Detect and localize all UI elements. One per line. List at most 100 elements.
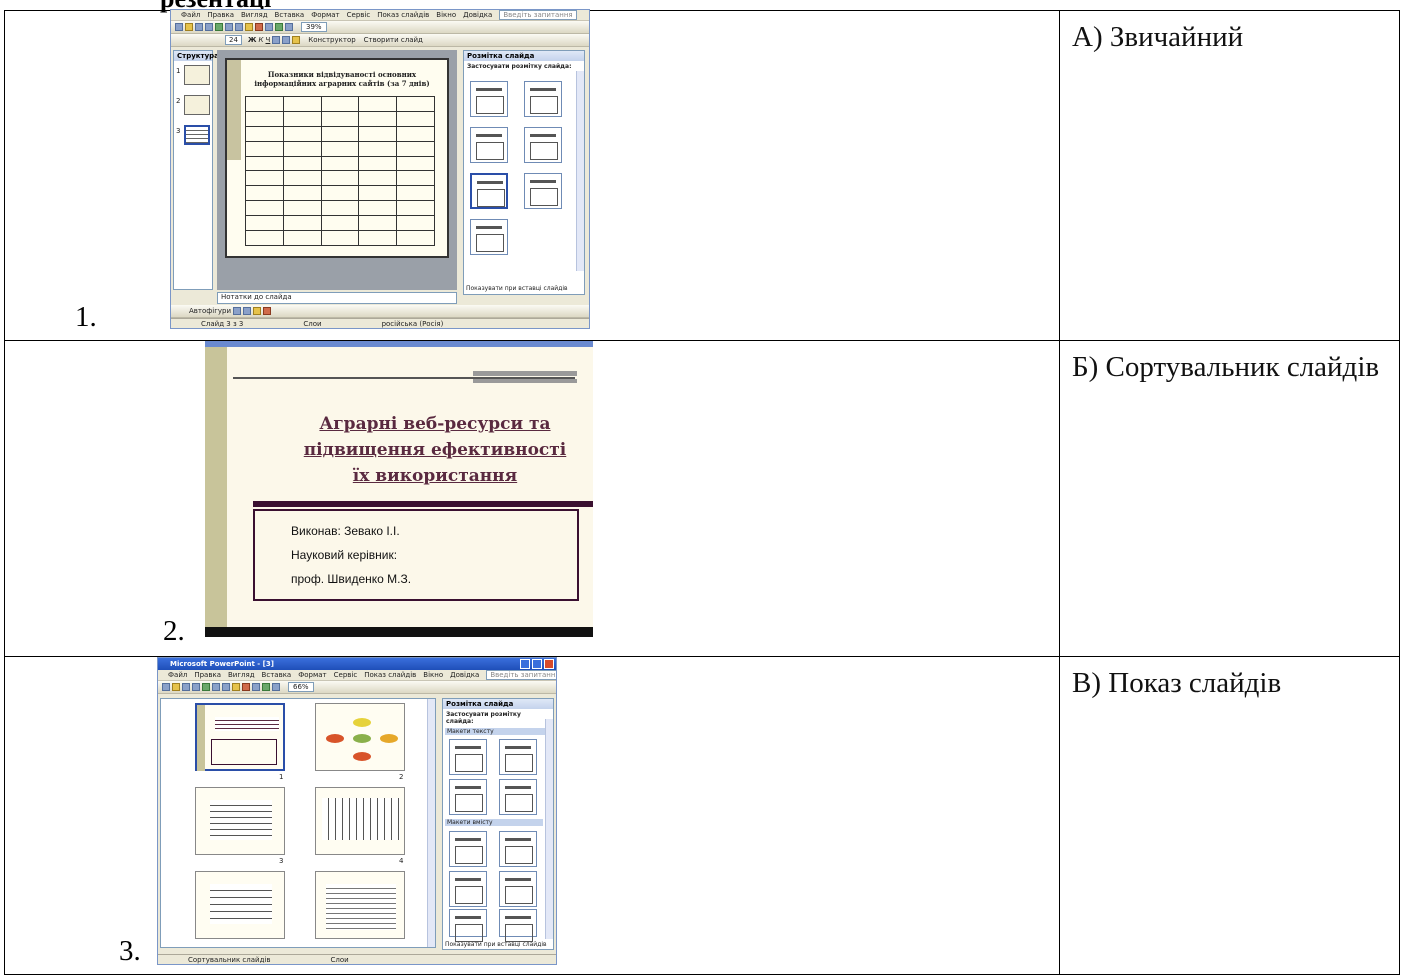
bullets-icon[interactable] [282, 36, 291, 44]
slide-thumb-1[interactable] [184, 65, 210, 85]
help-search-box[interactable]: Введіть запитання [486, 670, 556, 680]
spell-icon[interactable] [202, 683, 210, 691]
open-icon[interactable] [185, 23, 193, 31]
layout-option[interactable] [470, 127, 508, 163]
help-search-box[interactable]: Введіть запитання [499, 10, 577, 20]
layout-option[interactable] [524, 173, 562, 209]
slide-table[interactable] [245, 96, 435, 246]
layout-option[interactable] [499, 909, 537, 942]
undo-icon[interactable] [242, 683, 250, 691]
sorter-scrollbar[interactable] [427, 699, 435, 947]
slide-thumb-1[interactable] [195, 703, 285, 771]
spell-icon[interactable] [215, 23, 223, 31]
align-icon[interactable] [272, 36, 281, 44]
minimize-icon[interactable] [520, 659, 530, 669]
line-icon[interactable] [233, 307, 242, 315]
paste-icon[interactable] [232, 683, 240, 691]
paste-icon[interactable] [245, 23, 253, 31]
table-icon[interactable] [285, 23, 293, 31]
show-on-insert-checkbox[interactable]: Показувати при вставці слайдів [466, 285, 568, 292]
notes-pane[interactable]: Нотатки до слайда [217, 292, 457, 304]
menu-item-slideshow[interactable]: Показ слайдів [377, 11, 429, 19]
menu-item-insert[interactable]: Вставка [262, 671, 292, 679]
zoom-box[interactable]: 39% [301, 22, 327, 32]
menu-item-view[interactable]: Вигляд [241, 11, 268, 19]
slide-canvas[interactable]: Показники відвідуваності основних інформ… [225, 58, 449, 258]
print-icon[interactable] [205, 23, 213, 31]
layout-option[interactable] [499, 779, 537, 815]
autoshapes-button[interactable]: Автофігури [189, 307, 231, 315]
layout-option[interactable] [499, 739, 537, 775]
copy-icon[interactable] [222, 683, 230, 691]
menu-item-file[interactable]: Файл [168, 671, 187, 679]
layout-option[interactable] [470, 81, 508, 117]
cut-icon[interactable] [212, 683, 220, 691]
menu-item-help[interactable]: Довідка [450, 671, 479, 679]
copy-icon[interactable] [235, 23, 243, 31]
slide-thumb-3[interactable] [184, 125, 210, 145]
menu-item-slideshow[interactable]: Показ слайдів [364, 671, 416, 679]
layout-option[interactable] [524, 127, 562, 163]
slide-title[interactable]: Показники відвідуваності основних інформ… [247, 70, 437, 88]
fill-icon[interactable] [253, 307, 262, 315]
redo-icon[interactable] [252, 683, 260, 691]
menu-item-view[interactable]: Вигляд [228, 671, 255, 679]
slide-thumb-2[interactable] [184, 95, 210, 115]
layout-option[interactable] [449, 831, 487, 867]
new-slide-button[interactable]: Створити слайд [364, 36, 423, 44]
layout-option[interactable] [449, 779, 487, 815]
menu-item-window[interactable]: Вікно [423, 671, 443, 679]
slide-thumb-4[interactable] [315, 787, 405, 855]
new-icon[interactable] [162, 683, 170, 691]
chart-icon[interactable] [275, 23, 283, 31]
answer-cell-2: Б) Сортувальник слайдів [1059, 340, 1400, 657]
cut-icon[interactable] [225, 23, 233, 31]
task-pane-scrollbar[interactable] [576, 71, 584, 271]
layout-option[interactable] [449, 909, 487, 942]
menu-item-insert[interactable]: Вставка [275, 11, 305, 19]
menu-item-edit[interactable]: Правка [194, 671, 221, 679]
layout-option-selected[interactable] [470, 173, 508, 209]
show-on-insert-checkbox[interactable]: Показувати при вставці слайдів [445, 941, 547, 948]
table-icon[interactable] [272, 683, 280, 691]
maximize-icon[interactable] [532, 659, 542, 669]
slide-thumb-3[interactable] [195, 787, 285, 855]
italic-icon[interactable]: К [259, 36, 264, 44]
save-icon[interactable] [195, 23, 203, 31]
menu-item-file[interactable]: Файл [181, 11, 200, 19]
menu-item-help[interactable]: Довідка [463, 11, 492, 19]
font-color-icon[interactable] [292, 36, 301, 44]
slide-thumb-6[interactable] [315, 871, 405, 939]
layout-option[interactable] [499, 871, 537, 907]
textcolor-icon[interactable] [263, 307, 272, 315]
menu-item-tools[interactable]: Сервіс [347, 11, 371, 19]
close-icon[interactable] [544, 659, 554, 669]
underline-icon[interactable]: Ч [265, 36, 270, 44]
menu-item-edit[interactable]: Правка [207, 11, 234, 19]
menu-item-tools[interactable]: Сервіс [334, 671, 358, 679]
layout-option[interactable] [470, 219, 508, 255]
redo-icon[interactable] [265, 23, 273, 31]
layout-option[interactable] [449, 739, 487, 775]
layout-option[interactable] [524, 81, 562, 117]
print-icon[interactable] [192, 683, 200, 691]
slide-thumb-5[interactable] [195, 871, 285, 939]
font-size-box[interactable]: 24 [225, 35, 242, 45]
zoom-box[interactable]: 66% [288, 682, 314, 692]
slide-thumb-2[interactable] [315, 703, 405, 771]
layout-option[interactable] [449, 871, 487, 907]
outline-tab[interactable]: Структура [174, 51, 219, 61]
open-icon[interactable] [172, 683, 180, 691]
save-icon[interactable] [182, 683, 190, 691]
bold-icon[interactable]: Ж [248, 36, 257, 44]
menu-item-format[interactable]: Формат [311, 11, 339, 19]
chart-icon[interactable] [262, 683, 270, 691]
undo-icon[interactable] [255, 23, 263, 31]
designer-button[interactable]: Конструктор [308, 36, 355, 44]
menu-item-format[interactable]: Формат [298, 671, 326, 679]
task-pane-scrollbar[interactable] [545, 719, 553, 939]
new-icon[interactable] [175, 23, 183, 31]
menu-item-window[interactable]: Вікно [436, 11, 456, 19]
layout-option[interactable] [499, 831, 537, 867]
rect-icon[interactable] [243, 307, 252, 315]
